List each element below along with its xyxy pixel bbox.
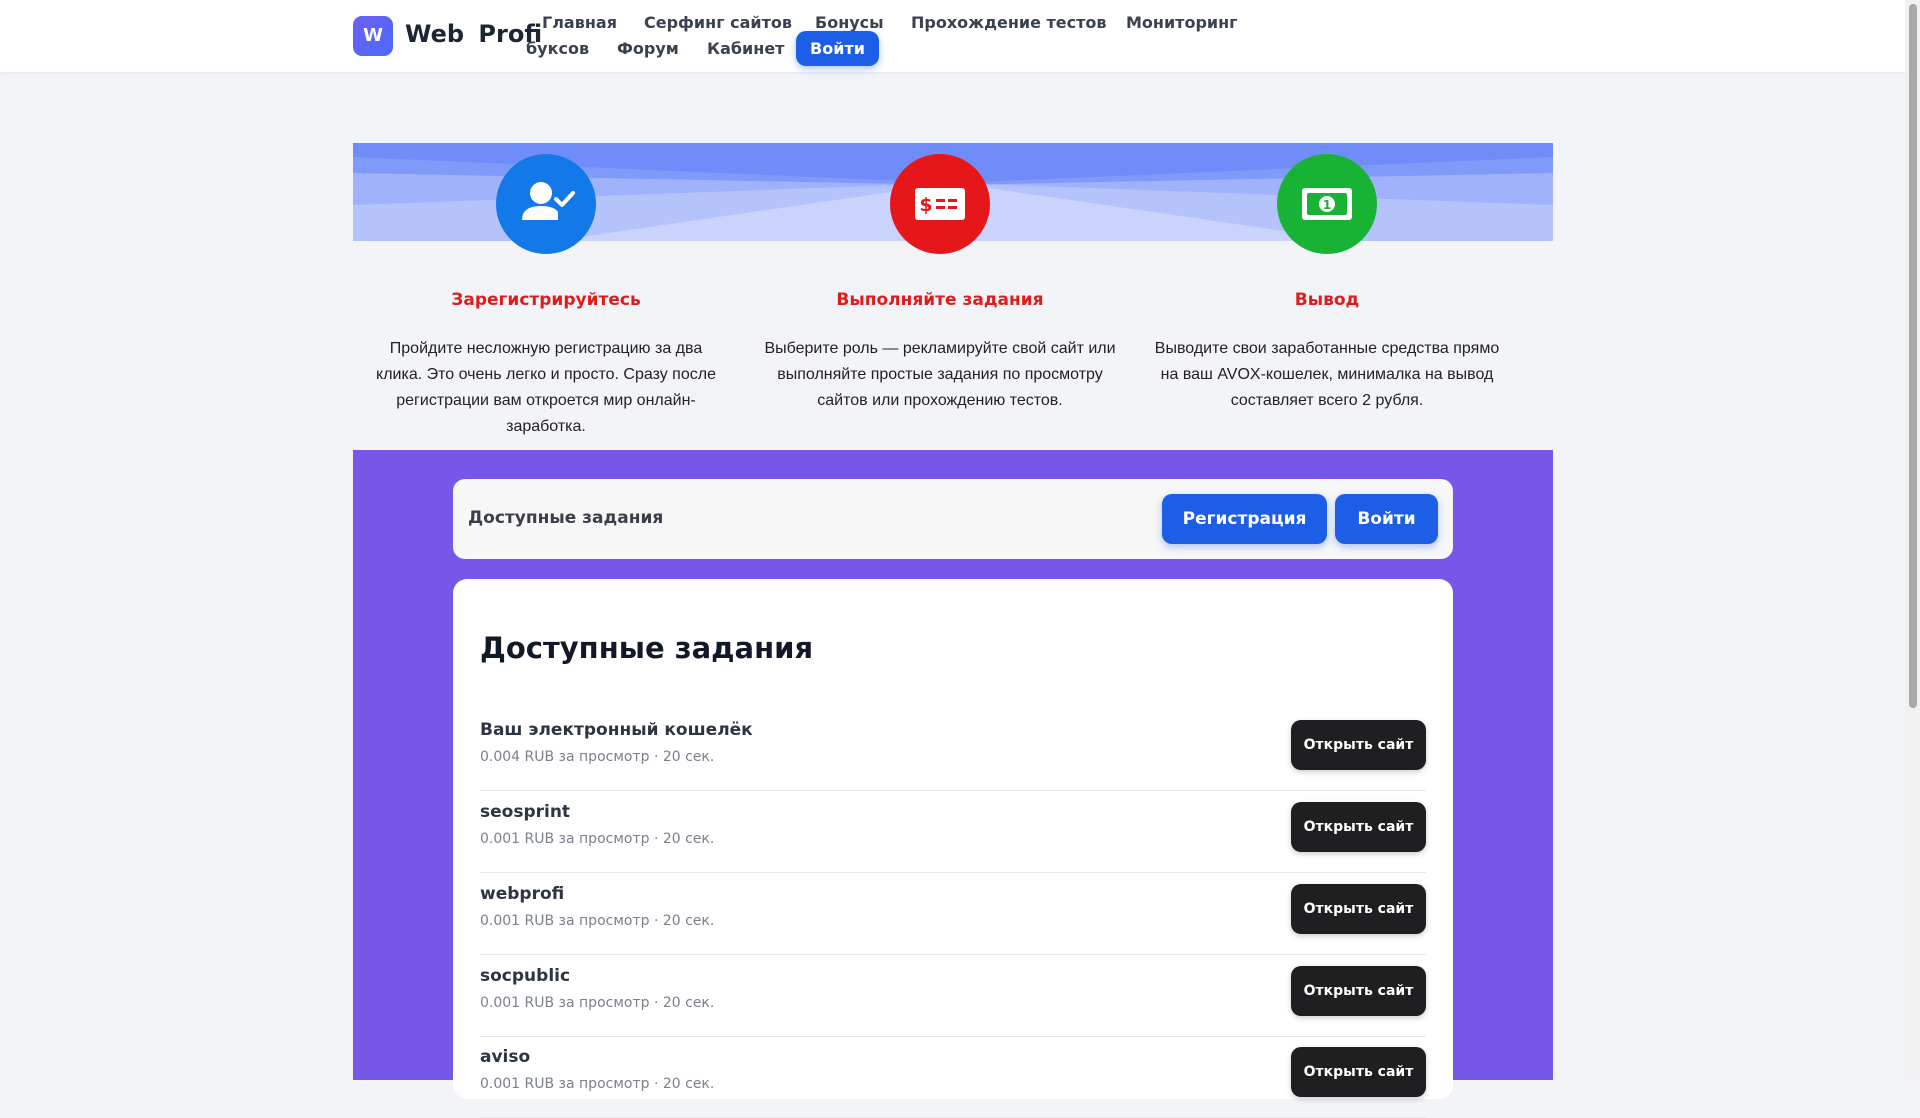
- task-meta: 0.001 RUB за просмотр · 20 сек.: [480, 831, 715, 847]
- nav-item-surfing[interactable]: Серфинг сайтов: [644, 13, 792, 32]
- task-row: aviso 0.001 RUB за просмотр · 20 сек. От…: [480, 1035, 1426, 1118]
- nav-item-bonuses[interactable]: Бонусы: [815, 13, 884, 32]
- task-row: socpublic 0.001 RUB за просмотр · 20 сек…: [480, 954, 1426, 1037]
- task-name: webprofi: [480, 884, 565, 904]
- task-meta: 0.001 RUB за просмотр · 20 сек.: [480, 995, 715, 1011]
- scrollbar-thumb[interactable]: [1909, 4, 1917, 708]
- step-description: Пройдите несложную регистрацию за два кл…: [376, 340, 716, 435]
- open-site-button[interactable]: Открыть сайт: [1291, 720, 1426, 770]
- task-row: Ваш электронный кошелёк 0.004 RUB за про…: [480, 708, 1426, 791]
- login-button[interactable]: Войти: [1335, 494, 1438, 544]
- svg-text:1: 1: [1323, 198, 1331, 212]
- task-row: webprofi 0.001 RUB за просмотр · 20 сек.…: [480, 872, 1426, 955]
- nav-item-forum[interactable]: Форум: [617, 39, 679, 58]
- task-name: Ваш электронный кошелёк: [480, 720, 753, 740]
- step-title: Выполняйте задания: [836, 290, 1044, 310]
- nav-item-home[interactable]: Главная: [542, 13, 617, 32]
- register-button[interactable]: Регистрация: [1162, 494, 1327, 544]
- money-card-icon: $: [890, 154, 990, 254]
- task-name: aviso: [480, 1047, 531, 1067]
- logo-text[interactable]: Web Profi: [405, 20, 542, 48]
- svg-text:$: $: [919, 194, 932, 216]
- topbar-title: Доступные задания: [468, 508, 664, 528]
- tasks-heading: Доступные задания: [480, 631, 814, 665]
- nav-item-monitoring-cont[interactable]: буксов: [526, 39, 589, 58]
- nav-item-tests[interactable]: Прохождение тестов: [911, 13, 1107, 32]
- step-description: Выберите роль — рекламируйте свой сайт и…: [764, 340, 1116, 409]
- tasks-topbar: Доступные задания Регистрация Войти: [453, 479, 1453, 559]
- task-name: seosprint: [480, 802, 571, 822]
- nav-login-button[interactable]: Войти: [796, 31, 879, 66]
- step-title: Вывод: [1294, 290, 1360, 310]
- step-title: Зарегистрируйтесь: [451, 290, 641, 310]
- task-meta: 0.004 RUB за просмотр · 20 сек.: [480, 749, 715, 765]
- hero-section: Зарегистрируйтесь Пройдите несложную рег…: [353, 143, 1553, 450]
- banknote-icon: 1: [1277, 154, 1377, 254]
- task-meta: 0.001 RUB за просмотр · 20 сек.: [480, 913, 715, 929]
- nav-item-monitoring[interactable]: Мониторинг: [1126, 13, 1238, 32]
- nav-item-cabinet[interactable]: Кабинет: [707, 39, 784, 58]
- task-meta: 0.001 RUB за просмотр · 20 сек.: [480, 1076, 715, 1092]
- logo-badge[interactable]: W: [353, 16, 393, 56]
- step-description: Выводите свои заработанные средства прям…: [1154, 340, 1500, 409]
- open-site-button[interactable]: Открыть сайт: [1291, 884, 1426, 934]
- tasks-card: Доступные задания Ваш электронный кошелё…: [453, 579, 1453, 1118]
- page-scrollbar[interactable]: [1905, 0, 1920, 1080]
- open-site-button[interactable]: Открыть сайт: [1291, 966, 1426, 1016]
- task-name: socpublic: [480, 966, 571, 986]
- tasks-section: Доступные задания Регистрация Войти Дост…: [353, 450, 1553, 1118]
- open-site-button[interactable]: Открыть сайт: [1291, 1047, 1426, 1097]
- open-site-button[interactable]: Открыть сайт: [1291, 802, 1426, 852]
- user-check-icon: [496, 154, 596, 254]
- site-header: W Web Profi Главная Серфинг сайтов Бонус…: [0, 0, 1905, 72]
- task-row: seosprint 0.001 RUB за просмотр · 20 сек…: [480, 790, 1426, 873]
